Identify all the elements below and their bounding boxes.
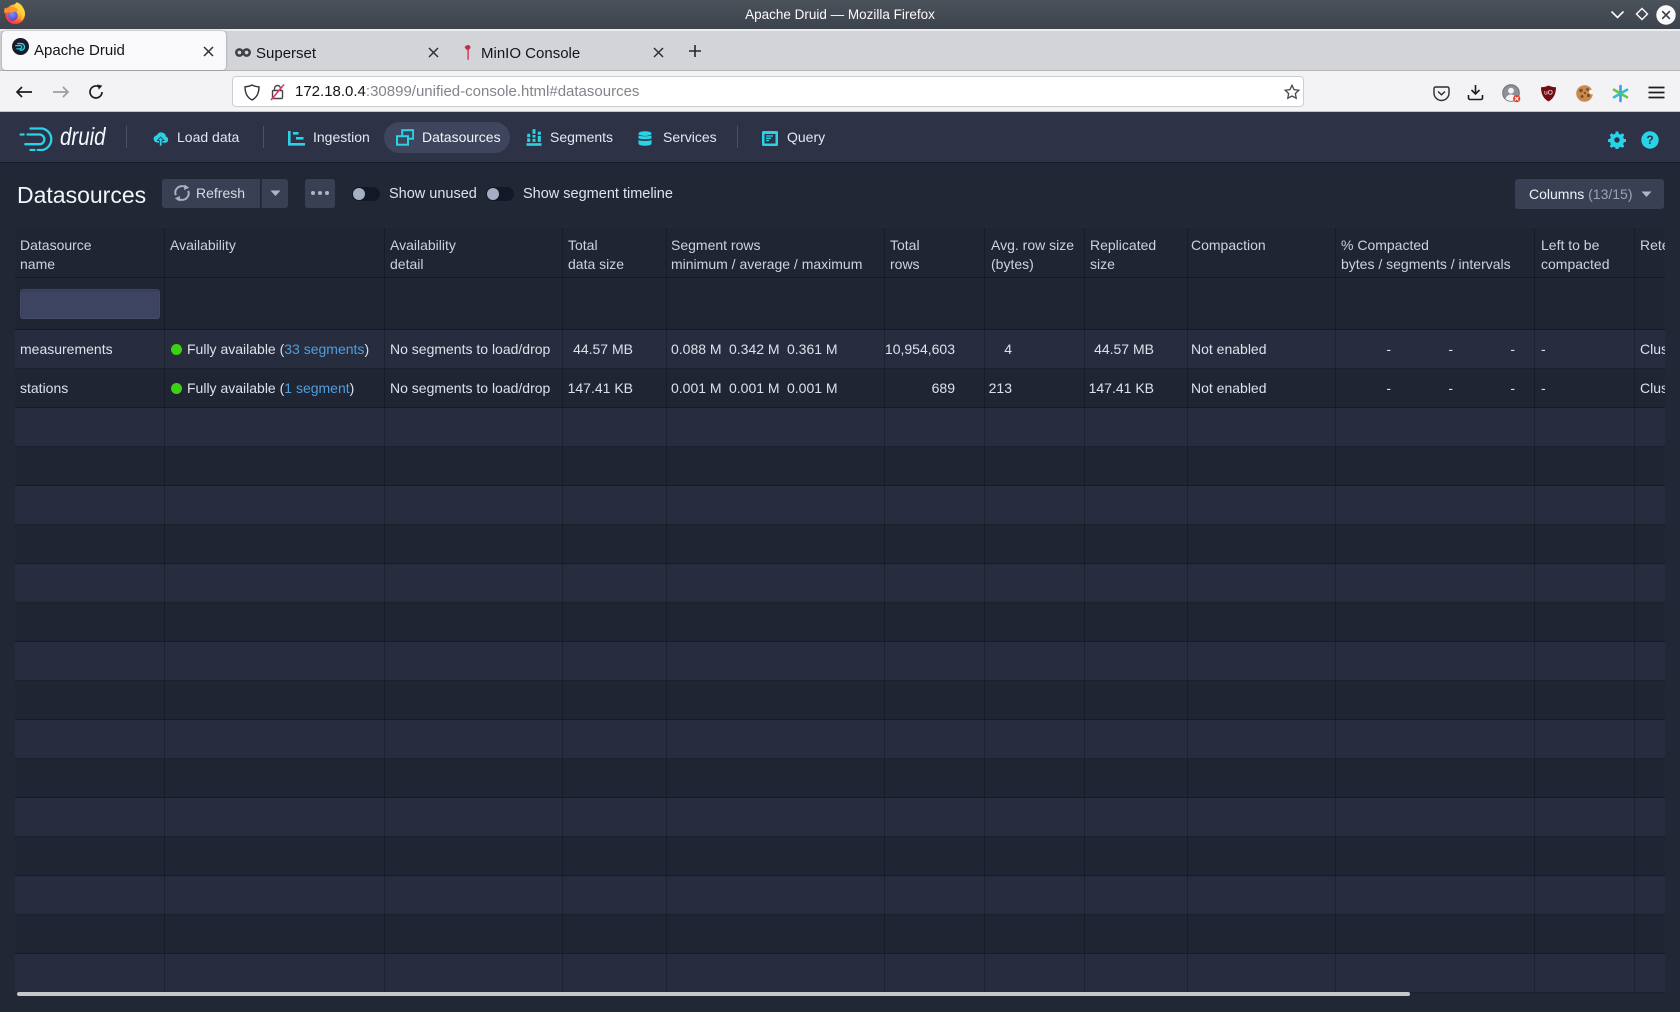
- svg-text:?: ?: [1646, 133, 1653, 147]
- svg-text:uO: uO: [1544, 90, 1553, 97]
